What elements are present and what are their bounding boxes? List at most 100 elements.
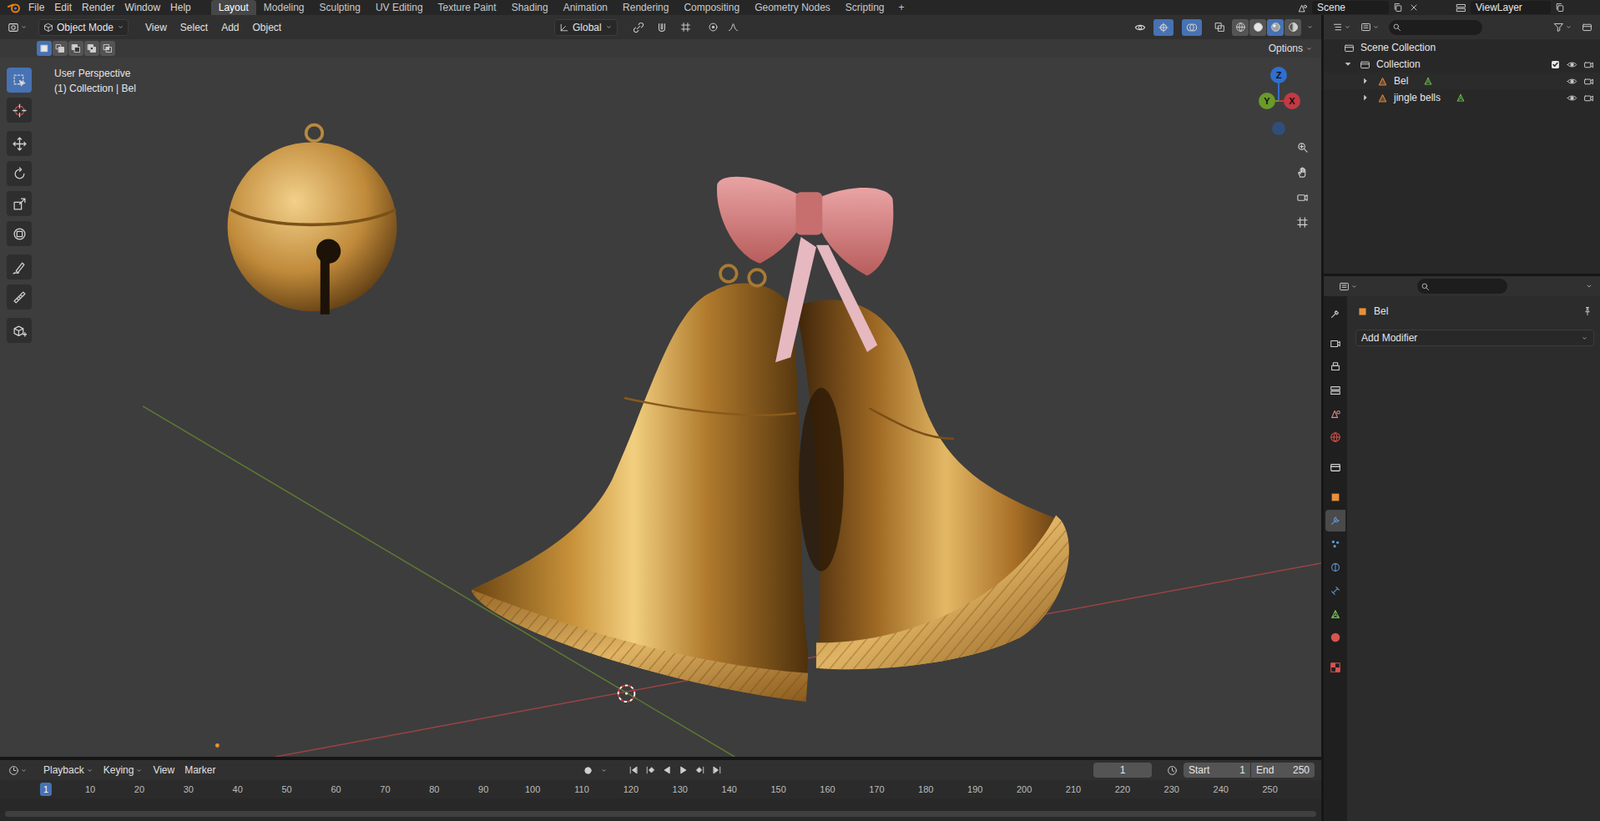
display-mode-button[interactable] [1357,19,1383,36]
frame-label[interactable]: 60 [327,782,344,797]
menu-item[interactable]: Help [165,0,197,16]
eye-icon[interactable] [1564,59,1579,71]
exclude-checkbox[interactable] [1548,59,1562,71]
close-icon[interactable] [1407,2,1421,13]
current-frame-field[interactable]: 1 [1093,762,1152,778]
frame-label[interactable]: 180 [914,782,937,797]
bells-model[interactable] [471,265,1070,702]
measure-tool-icon[interactable] [6,284,32,310]
workspace-tab[interactable]: Geometry Nodes [747,0,838,16]
end-frame-field[interactable]: End 250 [1251,762,1315,778]
subtract-select-mode-icon[interactable] [68,40,84,56]
previous-keyframe-icon[interactable] [642,762,657,779]
outliner-row[interactable]: Collection [1323,55,1600,73]
workspace-tab[interactable]: Texture Paint [430,0,505,16]
collapsed-arrow-icon[interactable] [1358,93,1373,102]
frame-label[interactable]: 70 [376,782,394,797]
world-tab-icon[interactable] [1325,426,1346,449]
zoom-icon[interactable] [1292,136,1313,157]
add-workspace-button[interactable]: + [892,0,912,16]
frame-label[interactable]: 90 [474,782,492,797]
select-tool-icon[interactable] [6,67,32,93]
solid-shading-icon[interactable] [1249,19,1267,36]
material-shading-icon[interactable] [1266,19,1284,36]
move-tool-icon[interactable] [6,131,32,157]
chevron-icon[interactable] [1304,23,1315,31]
overlay-toggle-icon[interactable] [1181,19,1202,36]
frame-label[interactable]: 120 [620,782,642,797]
frame-label[interactable]: 40 [229,782,247,797]
cursor-tool-icon[interactable] [6,97,32,123]
frame-label[interactable]: 190 [964,782,986,797]
eye-icon[interactable] [1564,75,1579,87]
gizmo-axis[interactable]: Z [1270,66,1288,84]
frame-label[interactable]: 10 [81,782,99,797]
physics-tab-icon[interactable] [1325,556,1346,579]
copy-icon[interactable] [1391,2,1405,13]
frame-label[interactable]: 20 [131,782,148,797]
workspace-tab[interactable]: Animation [555,0,616,16]
frame-ruler[interactable]: 1102030405060708090100110120130140150160… [0,780,1322,799]
transform-tool-icon[interactable] [6,221,32,247]
mode-dropdown[interactable]: Object Mode [38,19,129,36]
workspace-tab[interactable]: Compositing [676,0,748,16]
frame-label[interactable]: 150 [767,782,789,797]
blender-logo-icon[interactable] [5,0,24,16]
frame-label[interactable]: 100 [521,782,544,797]
workspace-tab[interactable]: Modeling [256,0,313,16]
menu-item[interactable]: Add [214,19,246,36]
frame-label[interactable]: 250 [1258,782,1281,797]
pin-icon[interactable] [1580,306,1595,317]
frame-label[interactable]: 220 [1111,782,1134,797]
frame-label[interactable]: 200 [1013,782,1035,797]
texture-tab-icon[interactable] [1325,656,1346,679]
collapsed-arrow-icon[interactable] [1358,76,1373,86]
pivot-icon[interactable] [627,19,650,36]
extend-select-mode-icon[interactable] [52,40,68,56]
frame-label[interactable]: 240 [1210,782,1232,797]
frame-label[interactable]: 170 [865,782,888,797]
xray-icon[interactable] [1210,19,1229,36]
set-select-mode-icon[interactable] [36,40,52,56]
properties-search[interactable] [1417,278,1508,294]
frame-label[interactable]: 160 [816,782,838,797]
gizmo-axis[interactable]: X [1283,92,1301,110]
ortho-icon[interactable] [1292,211,1313,233]
navigation-gizmo[interactable]: ZYX [1245,64,1313,148]
frame-label[interactable]: 30 [180,782,197,797]
workspace-tab[interactable]: UV Editing [368,0,431,16]
timeline-menu[interactable]: Playback [38,762,99,779]
render-camera-icon[interactable] [1581,75,1595,87]
add-modifier-dropdown[interactable]: Add Modifier [1355,329,1595,347]
gizmo-axis[interactable]: Y [1258,92,1276,110]
3d-cursor[interactable] [618,685,636,702]
frame-label[interactable]: 140 [718,782,741,797]
frame-label[interactable]: 130 [669,782,692,797]
scene-icon[interactable] [1294,2,1310,14]
annotate-tool-icon[interactable] [6,254,32,280]
scale-tool-icon[interactable] [6,191,32,217]
workspace-tab[interactable]: Scripting [837,0,893,16]
jump-end-icon[interactable] [709,762,724,779]
render-camera-icon[interactable] [1581,59,1595,71]
view-layer-field[interactable]: ViewLayer [1470,0,1551,15]
filter-button[interactable] [1549,19,1575,36]
copy-icon[interactable] [1553,2,1567,13]
play-icon[interactable] [676,762,691,779]
workspace-tab[interactable]: Sculpting [312,0,369,16]
tool-tab-icon[interactable] [1325,302,1346,325]
frame-label[interactable]: 230 [1160,782,1183,797]
particles-tab-icon[interactable] [1325,533,1346,556]
scene-tab-icon[interactable] [1325,403,1346,425]
outliner-row[interactable]: jingle bells [1323,89,1600,106]
outliner-row[interactable]: Bel [1323,72,1600,90]
play-reverse-icon[interactable] [659,762,674,779]
new-collection-icon[interactable] [1578,19,1595,36]
outliner-search[interactable] [1388,20,1483,36]
falloff-icon[interactable] [724,19,742,36]
snap-target-icon[interactable] [674,19,697,36]
timeline-menu[interactable]: View [147,762,180,779]
horizontal-scrollbar[interactable] [5,811,1317,818]
object-tab-icon[interactable] [1325,486,1346,509]
orientation-dropdown[interactable]: Global [554,19,618,36]
